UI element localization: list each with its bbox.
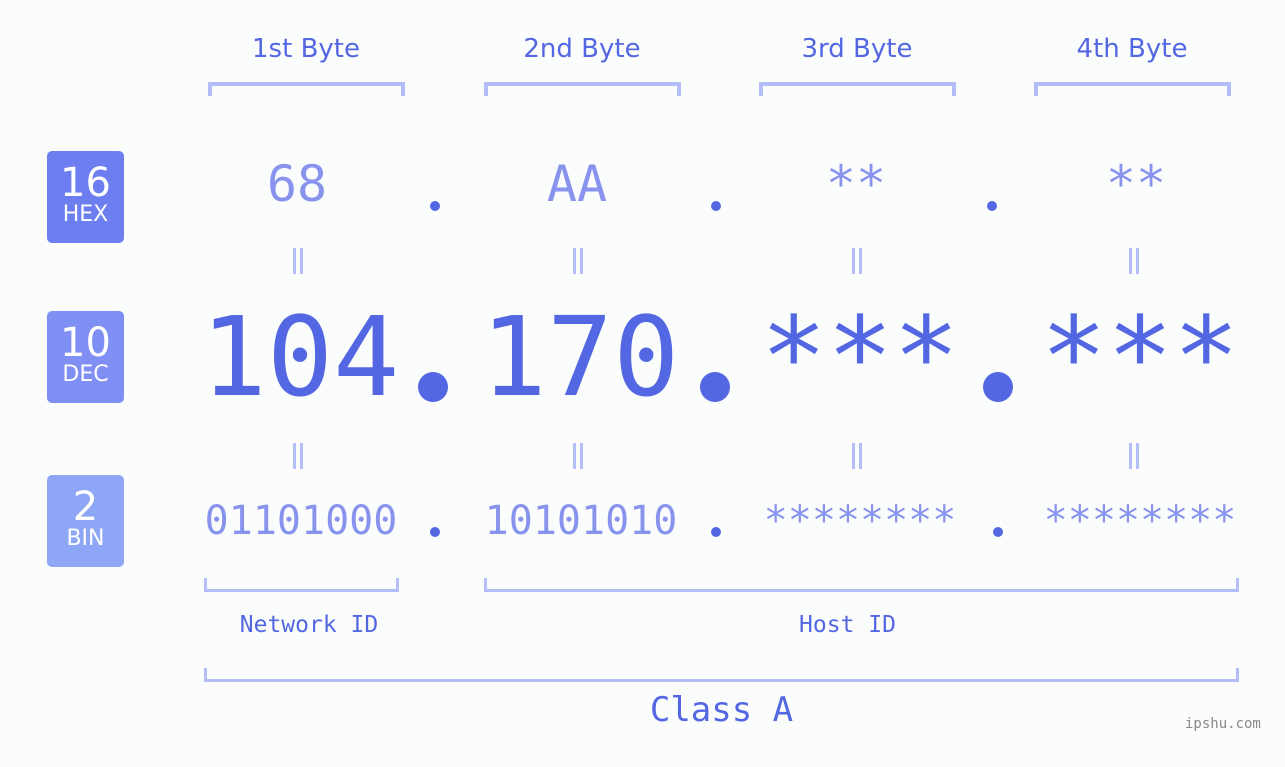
hex-byte-4: ** xyxy=(1105,155,1167,213)
hex-byte-2: AA xyxy=(546,155,608,213)
hex-base-label: HEX xyxy=(62,202,109,227)
equals-icon xyxy=(851,443,863,469)
host-id-bracket xyxy=(484,578,1239,592)
equals-icon xyxy=(292,443,304,469)
hex-byte-3: ** xyxy=(825,155,887,213)
bin-separator-dot xyxy=(711,527,721,537)
dec-separator-dot xyxy=(983,372,1013,402)
bin-base-number: 2 xyxy=(72,484,99,530)
hex-badge: 16 HEX xyxy=(47,151,124,243)
bin-byte-3: ******** xyxy=(763,498,957,544)
equals-icon xyxy=(1128,443,1140,469)
bin-byte-2: 10101010 xyxy=(484,498,678,544)
watermark: ipshu.com xyxy=(1185,716,1261,732)
network-id-label: Network ID xyxy=(239,612,379,638)
dec-byte-4: *** xyxy=(1040,293,1240,421)
byte-bracket-2 xyxy=(484,82,681,96)
dec-separator-dot xyxy=(418,372,448,402)
byte-header-1: 1st Byte xyxy=(252,34,360,64)
hex-separator-dot xyxy=(987,201,997,211)
hex-separator-dot xyxy=(711,201,721,211)
equals-icon xyxy=(851,248,863,274)
byte-header-3: 3rd Byte xyxy=(801,34,913,64)
equals-icon xyxy=(572,248,584,274)
equals-icon xyxy=(572,443,584,469)
network-id-bracket xyxy=(204,578,399,592)
bin-byte-1: 01101000 xyxy=(204,498,398,544)
dec-base-label: DEC xyxy=(62,362,109,387)
byte-bracket-3 xyxy=(759,82,956,96)
hex-separator-dot xyxy=(430,201,440,211)
hex-byte-1: 68 xyxy=(266,155,328,213)
bin-byte-4: ******** xyxy=(1043,498,1237,544)
bin-badge: 2 BIN xyxy=(47,475,124,567)
dec-separator-dot xyxy=(700,372,730,402)
class-label: Class A xyxy=(649,690,794,730)
bin-base-label: BIN xyxy=(66,526,105,551)
dec-byte-1: 104 xyxy=(200,293,400,421)
byte-header-2: 2nd Byte xyxy=(523,34,641,64)
bin-separator-dot xyxy=(430,527,440,537)
dec-badge: 10 DEC xyxy=(47,311,124,403)
byte-bracket-4 xyxy=(1034,82,1231,96)
dec-byte-3: *** xyxy=(760,293,960,421)
byte-bracket-1 xyxy=(208,82,405,96)
class-bracket xyxy=(204,668,1239,682)
hex-base-number: 16 xyxy=(60,160,111,206)
dec-byte-2: 170 xyxy=(480,293,680,421)
bin-separator-dot xyxy=(993,527,1003,537)
byte-header-4: 4th Byte xyxy=(1076,34,1188,64)
equals-icon xyxy=(1128,248,1140,274)
dec-base-number: 10 xyxy=(60,320,111,366)
equals-icon xyxy=(292,248,304,274)
host-id-label: Host ID xyxy=(799,612,896,638)
